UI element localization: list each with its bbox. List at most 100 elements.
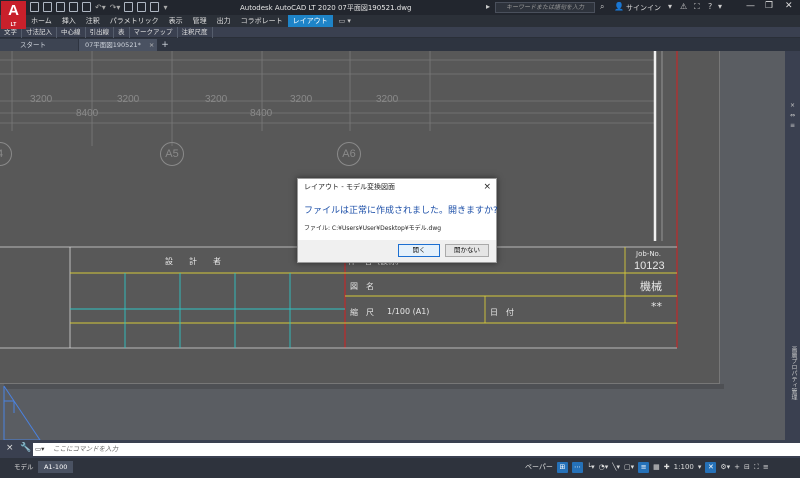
tab-drawing-file[interactable]: 07平面図190521* × <box>79 39 157 51</box>
command-input[interactable]: ▭▾ ここにコマンドを入力 <box>33 443 800 456</box>
transparency-icon[interactable]: ▦ <box>653 462 660 473</box>
dim-text: 8400 <box>250 108 273 119</box>
user-icon[interactable]: 👤 <box>614 2 624 11</box>
autodesk-app-icon[interactable]: ⚠ <box>680 2 687 11</box>
command-customize-icon[interactable]: 🔧 <box>20 443 31 453</box>
dim-text: 3200 <box>205 94 228 105</box>
panel-centerline[interactable]: 中心線 <box>57 26 86 38</box>
job-number: 10123 <box>634 260 665 272</box>
open-button[interactable]: 開く <box>398 244 440 257</box>
signin-dropdown-icon[interactable]: ▾ <box>668 2 672 11</box>
undo-icon[interactable]: ↶▾ <box>95 3 106 12</box>
annotation-add-icon[interactable]: + <box>734 462 740 473</box>
grid-lines <box>0 51 656 146</box>
help-button[interactable]: ? <box>708 2 712 11</box>
match-icon[interactable] <box>137 2 147 12</box>
tab-close-icon[interactable]: × <box>149 41 154 49</box>
designer-label: 設 計 者 <box>165 257 221 266</box>
tab-manage[interactable]: 管理 <box>188 15 212 27</box>
dialog-file-path: ファイル: C:¥Users¥User¥Desktop¥モデル.dwg <box>304 225 442 232</box>
annotation-visibility-icon[interactable]: ✕ <box>705 462 717 473</box>
tab-model[interactable]: モデル <box>8 461 40 473</box>
app-logo-sub: LT <box>10 22 17 28</box>
grid-icon[interactable]: ⊞ <box>556 462 568 473</box>
scale-value: 1/100 (A1) <box>387 307 430 316</box>
ortho-icon[interactable]: └▾ <box>587 462 595 473</box>
dialog-title: レイアウト - モデル変換図面 <box>298 179 496 195</box>
grid-bubble: A5 <box>160 142 184 166</box>
tab-start[interactable]: スタート <box>0 39 78 51</box>
dim-text: 8400 <box>76 108 99 119</box>
dont-open-button[interactable]: 開かない <box>445 244 489 257</box>
lineweight-icon[interactable]: ≡ <box>638 462 650 473</box>
polar-icon[interactable]: ◔▾ <box>599 462 609 473</box>
palette-side-strip: × ⇔ ≡ 画層プロパティ管理 <box>785 51 800 440</box>
osnap-icon[interactable]: ▢▾ <box>624 462 634 473</box>
dim-text: 3200 <box>30 94 53 105</box>
dialog-close-icon[interactable]: × <box>483 179 491 195</box>
restore-icon[interactable]: ❐ <box>765 1 773 11</box>
paper-space-toggle[interactable]: ペーパー <box>525 462 553 473</box>
tab-output[interactable]: 出力 <box>212 15 236 27</box>
panel-markup[interactable]: マークアップ <box>130 26 178 38</box>
panel-annotation-scale[interactable]: 注釈尺度 <box>178 26 213 38</box>
tab-annotate[interactable]: 注釈 <box>81 15 105 27</box>
plot-icon[interactable] <box>82 2 91 12</box>
quick-access-toolbar: ↶▾ ↷▾ ▾ <box>30 2 167 12</box>
palette-autohide-icon[interactable]: ⇔ <box>788 113 797 119</box>
search-placeholder: キーワードまたは語句を入力 <box>506 4 585 11</box>
window-title: Autodesk AutoCAD LT 2020 07平面図190521.dwg <box>240 4 412 12</box>
tab-layout-a1[interactable]: A1-100 <box>38 461 74 473</box>
app-logo-icon[interactable]: A LT <box>1 1 26 29</box>
tab-parametric[interactable]: パラメトリック <box>105 15 164 27</box>
search-magnifier-icon[interactable]: ⌕ <box>600 2 604 12</box>
save-as-icon[interactable] <box>69 2 78 12</box>
panel-table[interactable]: 表 <box>114 26 130 38</box>
tab-insert[interactable]: 挿入 <box>57 15 81 27</box>
share-icon[interactable] <box>150 2 160 12</box>
clean-screen-icon[interactable]: ⛶ <box>754 462 759 473</box>
customize-icon[interactable]: ≡ <box>763 462 769 473</box>
status-icons: ペーパー ⊞ ⋯ └▾ ◔▾ ╲▾ ▢▾ ≡ ▦ ✚ 1:100 ▾ ✕ ⚙▾ … <box>525 462 769 473</box>
save-icon[interactable] <box>56 2 65 12</box>
expand-icon[interactable]: ▸ <box>486 2 490 11</box>
command-close-icon[interactable]: × <box>6 443 14 453</box>
signin-button[interactable]: サインイン <box>626 3 661 13</box>
annotation-monitor-icon[interactable]: ✚ <box>664 462 670 473</box>
new-icon[interactable] <box>30 2 39 12</box>
redo-icon[interactable]: ↷▾ <box>110 3 121 12</box>
isodraft-icon[interactable]: ╲▾ <box>612 462 620 473</box>
grid-bubble: A6 <box>337 142 361 166</box>
new-tab-button[interactable]: + <box>158 39 172 51</box>
palette-props-icon[interactable]: ≡ <box>788 123 797 129</box>
tab-view[interactable]: 表示 <box>164 15 188 27</box>
ribbon-panels: 文字 寸法記入 中心線 引出線 表 マークアップ 注釈尺度 <box>0 26 800 38</box>
dim-text: 3200 <box>376 94 399 105</box>
units-icon[interactable]: ⊟ <box>744 462 750 473</box>
tab-drawing-file-label: 07平面図190521* <box>85 41 141 49</box>
palette-close-icon[interactable]: × <box>788 103 797 109</box>
stars-value: ** <box>651 300 662 313</box>
exchange-icon[interactable]: ⛶ <box>694 2 700 12</box>
command-history-icon[interactable]: ▭▾ <box>35 443 44 456</box>
snap-icon[interactable]: ⋯ <box>571 462 583 473</box>
job-label: Job-No. <box>636 250 661 258</box>
panel-leader[interactable]: 引出線 <box>86 26 114 38</box>
convert-complete-dialog: レイアウト - モデル変換図面 × ファイルは正常に作成されました。開きますか?… <box>297 178 498 263</box>
minimize-icon[interactable]: — <box>746 1 755 11</box>
tab-collaborate[interactable]: コラボレート <box>236 15 288 27</box>
tab-home[interactable]: ホーム <box>26 15 57 27</box>
ribbon-toggle-icon[interactable]: ▭ ▾ <box>339 17 351 25</box>
annotation-scale-value[interactable]: 1:100 <box>674 462 694 473</box>
panel-dimension[interactable]: 寸法記入 <box>22 26 57 38</box>
scale-dropdown-icon[interactable]: ▾ <box>698 462 702 473</box>
open-icon[interactable] <box>43 2 52 12</box>
help-dropdown-icon[interactable]: ▾ <box>718 2 722 11</box>
search-input[interactable]: キーワードまたは語句を入力 <box>495 2 595 13</box>
workspace-gear-icon[interactable]: ⚙▾ <box>720 462 730 473</box>
layer-icon[interactable] <box>124 2 134 12</box>
title-bar: A LT ↶▾ ↷▾ ▾ Autodesk AutoCAD LT 2020 07… <box>0 0 800 29</box>
close-window-icon[interactable]: ✕ <box>785 1 793 11</box>
tab-layout[interactable]: レイアウト <box>287 15 333 27</box>
customize-qat-icon[interactable]: ▾ <box>163 3 167 12</box>
